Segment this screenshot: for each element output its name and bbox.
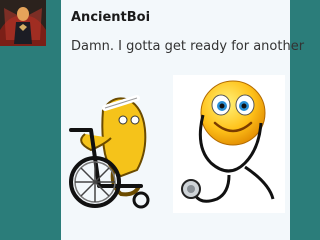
message-panel: AncientBoi Damn. I gotta get ready for a… <box>61 0 304 240</box>
avatar-image <box>0 0 46 46</box>
post-username[interactable]: AncientBoi <box>71 10 150 25</box>
avatar[interactable] <box>0 0 46 46</box>
post-message: Damn. I gotta get ready for another <box>71 39 305 54</box>
doctor-smiley-sticker <box>173 75 285 213</box>
wheelchair-emoji-sticker <box>69 95 150 209</box>
